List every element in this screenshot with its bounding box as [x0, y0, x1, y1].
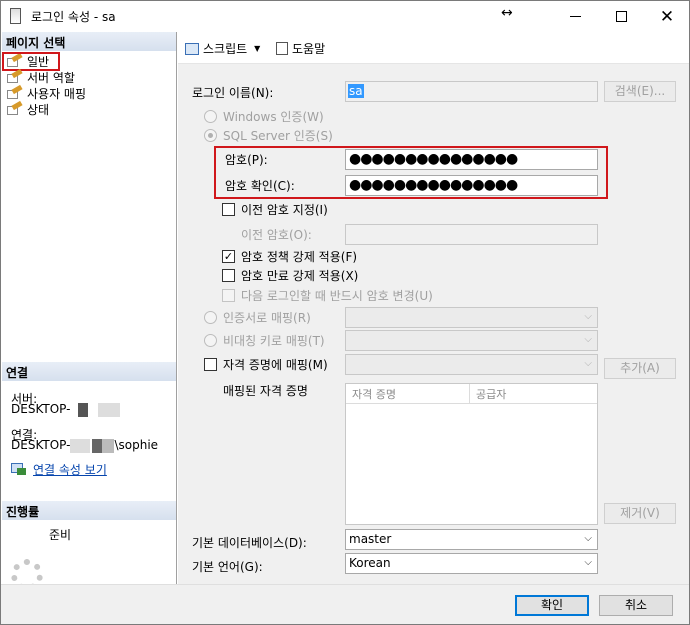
search-button[interactable]: 검색(E)... — [604, 81, 676, 102]
page-status-label: 상태 — [27, 102, 50, 117]
progress-header: 진행률 — [2, 501, 176, 520]
progress-status: 준비 — [49, 528, 72, 542]
chevron-down-icon: ⌵ — [584, 358, 592, 369]
page-user-mapping-label: 사용자 매핑 — [27, 86, 87, 101]
cert-map-select[interactable]: ⌵ — [345, 307, 598, 328]
ok-button[interactable]: 확인 — [515, 595, 589, 616]
page-server-roles[interactable]: 서버 역할 — [6, 68, 75, 85]
cert-map-label: 인증서로 매핑(R) — [223, 311, 311, 325]
title-bar[interactable]: 로그인 속성 - sa ↔ ✕ — [1, 1, 689, 32]
highlight-password — [214, 146, 608, 199]
asym-key-radio[interactable] — [204, 334, 217, 347]
mapped-credentials-label: 매핑된 자격 증명 — [223, 384, 308, 398]
credential-map-label: 자격 증명에 매핑(M) — [223, 358, 328, 372]
default-lang-label: 기본 언어(G): — [192, 560, 263, 574]
default-db-value: master — [349, 532, 392, 546]
minimize-icon — [569, 16, 581, 17]
script-button[interactable]: 스크립트 ▼ — [185, 40, 260, 57]
old-password-label: 이전 암호(O): — [241, 228, 312, 242]
page-status[interactable]: 상태 — [6, 100, 50, 117]
enforce-policy-label: 암호 정책 강제 적용(F) — [241, 250, 358, 264]
default-lang-value: Korean — [349, 556, 391, 570]
cert-map-radio[interactable] — [204, 311, 217, 324]
view-connection-properties-link[interactable]: 연결 속성 보기 — [33, 461, 107, 478]
enforce-policy-checkbox[interactable]: ✓ — [222, 250, 235, 263]
chevron-down-icon: ⌵ — [584, 334, 592, 345]
sql-auth-label: SQL Server 인증(S) — [223, 129, 333, 143]
close-icon: ✕ — [659, 6, 675, 27]
dialog-footer: 확인 취소 — [1, 584, 689, 624]
left-panel: 페이지 선택 일반 서버 역할 사용자 매핑 상태 연결 서버: DESKTOP… — [1, 32, 177, 624]
script-icon — [185, 42, 199, 55]
add-credential-button[interactable]: 추가(A) — [604, 358, 676, 379]
login-properties-window: 로그인 속성 - sa ↔ ✕ 페이지 선택 일반 서버 역할 사용자 매핑 상… — [0, 0, 690, 625]
help-label: 도움말 — [292, 42, 326, 56]
toolbar: 스크립트 ▼ 도움말 — [178, 32, 689, 64]
remove-credential-button[interactable]: 제거(V) — [604, 503, 676, 524]
credential-map-checkbox[interactable] — [204, 358, 217, 371]
chevron-down-icon: ⌵ — [584, 557, 592, 568]
asym-key-select[interactable]: ⌵ — [345, 330, 598, 351]
page-user-mapping[interactable]: 사용자 매핑 — [6, 84, 87, 101]
app-icon — [10, 8, 21, 24]
chevron-down-icon: ⌵ — [584, 533, 592, 544]
resize-cursor-icon: ↔ — [501, 5, 513, 21]
minimize-button[interactable] — [552, 1, 598, 32]
default-db-select[interactable]: master ⌵ — [345, 529, 598, 550]
login-name-field[interactable]: sa — [345, 81, 598, 102]
wrench-page-icon — [6, 100, 23, 116]
credential-select[interactable]: ⌵ — [345, 354, 598, 375]
maximize-icon — [615, 11, 627, 22]
asym-key-label: 비대칭 키로 매핑(T) — [223, 334, 325, 348]
default-db-label: 기본 데이터베이스(D): — [192, 536, 307, 550]
cancel-button[interactable]: 취소 — [599, 595, 673, 616]
wrench-page-icon — [6, 68, 23, 84]
windows-auth-label: Windows 인증(W) — [223, 110, 324, 124]
connection-header: 연결 — [2, 362, 176, 381]
login-name-value: sa — [348, 84, 364, 98]
login-name-label: 로그인 이름(N): — [192, 86, 274, 100]
window-title: 로그인 속성 - sa — [31, 10, 116, 24]
select-page-header: 페이지 선택 — [2, 32, 176, 51]
grid-column-provider: 공급자 — [470, 384, 597, 404]
help-button[interactable]: 도움말 — [276, 40, 325, 57]
page-server-roles-label: 서버 역할 — [27, 70, 75, 85]
enforce-expiration-label: 암호 만료 강제 적용(X) — [241, 269, 359, 283]
windows-auth-radio[interactable] — [204, 110, 217, 123]
connection-value: DESKTOP- \sophie — [11, 438, 159, 453]
close-button[interactable]: ✕ — [644, 1, 689, 32]
chevron-down-icon: ▼ — [254, 44, 261, 53]
must-change-checkbox[interactable] — [222, 289, 235, 302]
default-lang-select[interactable]: Korean ⌵ — [345, 553, 598, 574]
sql-auth-radio[interactable] — [204, 129, 217, 142]
grid-column-credential: 자격 증명 — [346, 384, 470, 404]
chevron-down-icon: ⌵ — [584, 311, 592, 322]
old-password-field[interactable] — [345, 224, 598, 245]
wrench-page-icon — [6, 84, 23, 100]
help-icon — [276, 42, 288, 55]
specify-old-password-checkbox[interactable] — [222, 203, 235, 216]
enforce-expiration-checkbox[interactable] — [222, 269, 235, 282]
must-change-label: 다음 로그인할 때 반드시 암호 변경(U) — [241, 289, 433, 303]
maximize-button[interactable] — [598, 1, 644, 32]
server-value: DESKTOP- — [11, 402, 121, 417]
mapped-credentials-grid[interactable]: 자격 증명 공급자 — [345, 383, 598, 525]
specify-old-password-label: 이전 암호 지정(I) — [241, 203, 328, 217]
connection-properties-icon — [11, 463, 27, 475]
script-label: 스크립트 — [203, 42, 248, 56]
